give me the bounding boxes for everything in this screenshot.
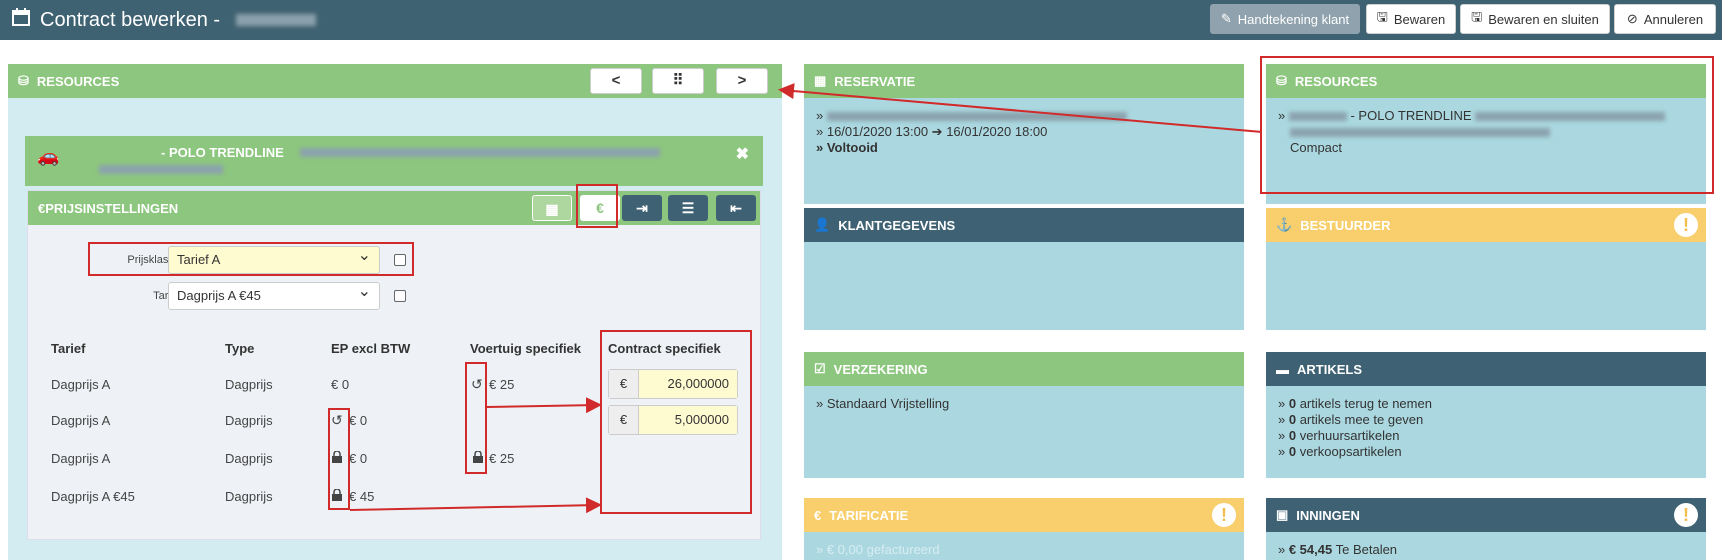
arrow-resources	[778, 83, 1263, 133]
arrow-ep-to-contract	[349, 497, 602, 514]
annotation-arrows	[349, 83, 1263, 514]
arrow-voertuig-to-contract	[486, 397, 602, 414]
